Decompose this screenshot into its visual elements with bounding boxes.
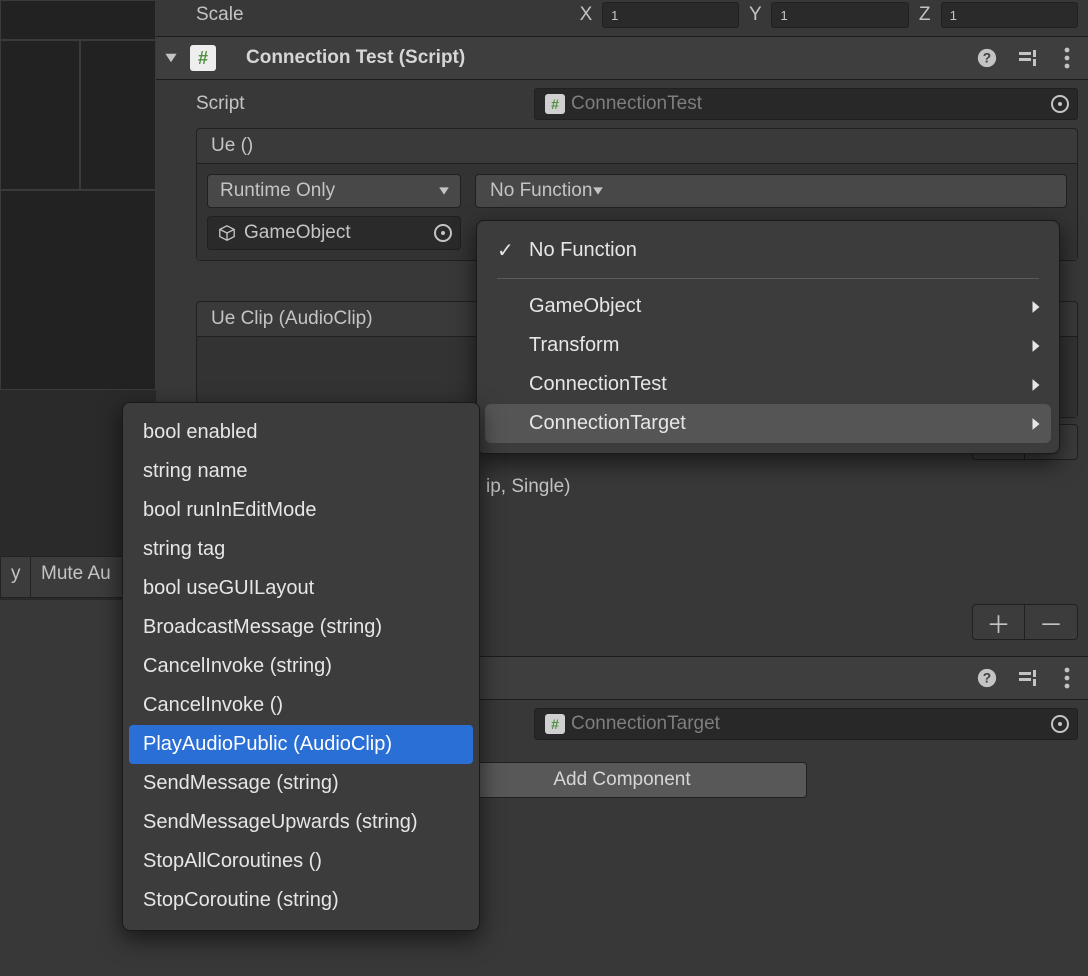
y-label: Y — [745, 4, 765, 26]
method-item[interactable]: SendMessage (string) — [123, 764, 479, 803]
chevron-right-icon — [1031, 300, 1041, 314]
script-value: ConnectionTest — [571, 93, 702, 115]
method-item[interactable]: bool runInEditMode — [123, 491, 479, 530]
runtime-dropdown-label: Runtime Only — [220, 180, 335, 202]
method-item[interactable]: CancelInvoke () — [123, 686, 479, 725]
menu-item-connectiontarget[interactable]: ConnectionTarget — [485, 404, 1051, 443]
menu-item-transform[interactable]: Transform — [477, 326, 1059, 365]
preset-icon[interactable] — [1016, 47, 1038, 69]
menu-item-gameobject[interactable]: GameObject — [477, 287, 1059, 326]
script-label: Script — [196, 93, 526, 115]
connection-test-title: Connection Test (Script) — [226, 47, 966, 69]
scale-y-input[interactable] — [771, 2, 908, 28]
method-item[interactable]: SendMessageUpwards (string) — [123, 803, 479, 842]
caret-down-icon — [438, 186, 450, 196]
connection-target-script-value: ConnectionTarget — [571, 713, 720, 735]
x-label: X — [576, 4, 596, 26]
svg-text:?: ? — [983, 671, 991, 686]
chevron-right-icon — [1031, 339, 1041, 353]
script-object-field[interactable]: # ConnectionTest — [534, 88, 1078, 120]
scale-label: Scale — [196, 4, 576, 26]
function-menu-popup: No Function GameObject Transform Connect… — [476, 220, 1060, 454]
help-icon[interactable]: ? — [976, 667, 998, 689]
script-icon: # — [190, 45, 216, 71]
connection-target-script-field[interactable]: # ConnectionTarget — [534, 708, 1078, 740]
event-target-object-field[interactable]: GameObject — [207, 216, 461, 250]
runtime-dropdown[interactable]: Runtime Only — [207, 174, 461, 208]
method-item[interactable]: StopAllCoroutines () — [123, 842, 479, 881]
foldout-icon[interactable] — [162, 49, 180, 67]
mute-audio-button[interactable]: Mute Au — [30, 556, 124, 598]
add-component-label: Add Component — [553, 769, 690, 791]
z-label: Z — [915, 4, 935, 26]
add-button[interactable]: ＋ — [973, 605, 1025, 639]
ue-clip-partial-text: ip, Single) — [486, 476, 571, 497]
add-component-button[interactable]: Add Component — [437, 762, 807, 798]
script-mini-icon: # — [545, 714, 565, 734]
event-target-label: GameObject — [244, 222, 351, 244]
toolbar-fragment-left-label: y — [11, 563, 21, 584]
toolbar-fragment-left[interactable]: y — [0, 556, 30, 598]
connection-test-header[interactable]: # Connection Test (Script) ? — [156, 36, 1088, 80]
caret-down-icon — [592, 186, 604, 196]
ue-event-header: Ue () — [197, 129, 1077, 164]
scale-z-input[interactable] — [941, 2, 1078, 28]
object-picker-icon[interactable] — [434, 224, 452, 242]
remove-button[interactable]: － — [1025, 605, 1077, 639]
transform-scale-row: Scale X Y Z — [156, 0, 1088, 30]
function-dropdown[interactable]: No Function — [475, 174, 1067, 208]
menu-item-no-function[interactable]: No Function — [477, 231, 1059, 270]
function-dropdown-label: No Function — [490, 180, 592, 202]
method-menu-popup: bool enabledstring namebool runInEditMod… — [122, 402, 480, 931]
scale-x-input[interactable] — [602, 2, 739, 28]
kebab-icon[interactable] — [1056, 667, 1078, 689]
gameobject-icon — [218, 224, 236, 242]
method-item[interactable]: CancelInvoke (string) — [123, 647, 479, 686]
chevron-right-icon — [1031, 378, 1041, 392]
method-item[interactable]: BroadcastMessage (string) — [123, 608, 479, 647]
object-picker-icon[interactable] — [1051, 95, 1069, 113]
method-item[interactable]: string tag — [123, 530, 479, 569]
menu-separator — [497, 278, 1039, 279]
object-picker-icon[interactable] — [1051, 715, 1069, 733]
method-item[interactable]: string name — [123, 452, 479, 491]
method-item[interactable]: StopCoroutine (string) — [123, 881, 479, 920]
method-item[interactable]: bool useGUILayout — [123, 569, 479, 608]
chevron-right-icon — [1031, 417, 1041, 431]
script-mini-icon: # — [545, 94, 565, 114]
menu-item-connectiontest[interactable]: ConnectionTest — [477, 365, 1059, 404]
preset-icon[interactable] — [1016, 667, 1038, 689]
script-field-row: Script # ConnectionTest — [156, 80, 1088, 128]
help-icon[interactable]: ? — [976, 47, 998, 69]
method-item[interactable]: PlayAudioPublic (AudioClip) — [129, 725, 473, 764]
svg-text:?: ? — [983, 51, 991, 66]
method-item[interactable]: bool enabled — [123, 413, 479, 452]
kebab-icon[interactable] — [1056, 47, 1078, 69]
mute-audio-label: Mute Au — [41, 563, 111, 584]
